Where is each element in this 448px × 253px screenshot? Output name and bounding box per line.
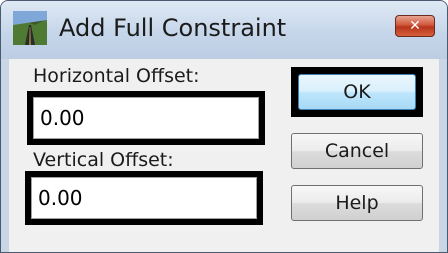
cancel-button[interactable]: Cancel: [291, 133, 423, 169]
close-icon: ✕: [409, 18, 421, 34]
horizontal-offset-field-frame: [27, 91, 265, 145]
dialog-window: Add Full Constraint ✕ Horizontal Offset:…: [0, 0, 448, 253]
title-bar[interactable]: Add Full Constraint ✕: [1, 1, 447, 59]
horizontal-offset-input[interactable]: [33, 97, 259, 139]
vertical-offset-field-frame: [25, 171, 263, 225]
dialog-body: Horizontal Offset: Vertical Offset: OK C…: [9, 59, 439, 252]
vertical-offset-input[interactable]: [31, 177, 257, 219]
road-app-icon: [13, 11, 47, 45]
help-button[interactable]: Help: [291, 185, 423, 221]
close-button[interactable]: ✕: [395, 15, 435, 37]
vertical-offset-label: Vertical Offset:: [33, 149, 174, 171]
ok-button[interactable]: OK: [298, 74, 416, 110]
horizontal-offset-label: Horizontal Offset:: [33, 65, 200, 87]
dialog-title: Add Full Constraint: [59, 14, 287, 42]
